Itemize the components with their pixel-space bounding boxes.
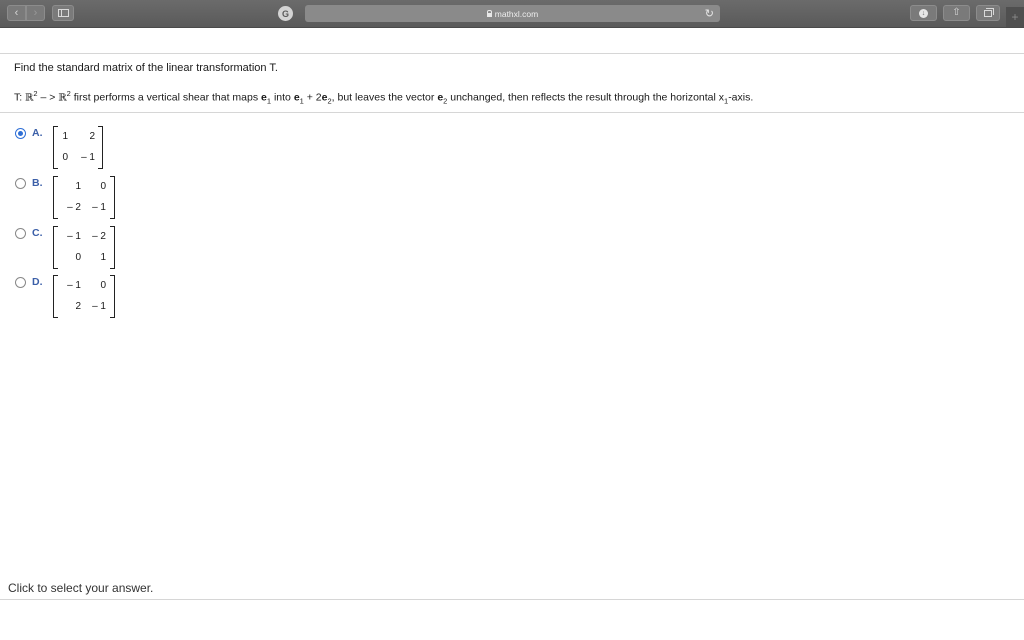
- chevron-left-icon: ‹: [14, 6, 19, 19]
- statement-part1: first performs a vertical shear that map…: [70, 91, 262, 104]
- download-icon: ↓: [919, 8, 928, 18]
- matrix-c-cell-12: – 2: [92, 231, 106, 242]
- extension-icon: G: [281, 8, 289, 19]
- matrix-a-cell-21: 0: [62, 152, 68, 163]
- sidebar-icon: [57, 9, 69, 17]
- matrix-b-cell-11: 1: [75, 181, 81, 192]
- browser-toolbar: ‹ › G mathxl.com ↻ ↓ ⇧ +: [0, 0, 1024, 28]
- matrix-c-cell-22: 1: [100, 252, 106, 263]
- into-text: into: [271, 91, 294, 104]
- matrix-c: – 1 – 2 0 1: [53, 226, 115, 269]
- statement-part3: unchanged, then reflects the result thro…: [447, 91, 725, 104]
- answer-option-a[interactable]: A. 1 2 0 – 1: [15, 126, 105, 170]
- codomain-symbol: ℝ: [58, 92, 67, 104]
- header-divider: [0, 53, 1024, 54]
- option-letter-d: D.: [32, 276, 43, 288]
- matrix-c-cell-21: 0: [75, 252, 81, 263]
- footer-divider: [0, 599, 1024, 600]
- address-bar[interactable]: mathxl.com ↻: [305, 5, 720, 22]
- forward-button[interactable]: ›: [26, 5, 45, 21]
- matrix-d-cell-11: – 1: [67, 280, 81, 291]
- extension-button[interactable]: G: [278, 6, 293, 21]
- option-letter-a: A.: [32, 127, 43, 139]
- tab-overview-button[interactable]: [976, 5, 1000, 21]
- statement-part4: -axis.: [728, 91, 754, 104]
- answer-option-c[interactable]: C. – 1 – 2 0 1: [15, 226, 117, 270]
- statement-part2: , but leaves the vector: [331, 91, 438, 104]
- radio-button-c[interactable]: [15, 228, 26, 239]
- matrix-a-cell-11: 1: [62, 131, 68, 142]
- t-prefix: T:: [14, 91, 26, 104]
- radio-button-a[interactable]: [15, 128, 26, 139]
- share-button[interactable]: ⇧: [943, 5, 970, 21]
- question-title: Find the standard matrix of the linear t…: [14, 62, 278, 74]
- question-divider: [0, 112, 1024, 113]
- lock-icon: [486, 9, 492, 17]
- url-text: mathxl.com: [494, 8, 539, 19]
- plus-text: + 2: [303, 91, 322, 104]
- matrix-b: 1 0 – 2 – 1: [53, 176, 115, 219]
- matrix-a-cell-22: – 1: [81, 152, 95, 163]
- radio-button-b[interactable]: [15, 178, 26, 189]
- matrix-c-cell-11: – 1: [67, 231, 81, 242]
- matrix-b-cell-21: – 2: [67, 202, 81, 213]
- sidebar-toggle-button[interactable]: [52, 5, 74, 21]
- downloads-button[interactable]: ↓: [910, 5, 937, 21]
- matrix-a-cell-12: 2: [89, 131, 95, 142]
- back-button[interactable]: ‹: [7, 5, 26, 21]
- matrix-d-cell-12: 0: [100, 280, 106, 291]
- tabs-icon: [984, 7, 994, 17]
- select-answer-instruction: Click to select your answer.: [8, 581, 154, 595]
- radio-button-d[interactable]: [15, 277, 26, 288]
- reload-icon[interactable]: ↻: [705, 7, 714, 20]
- chevron-right-icon: ›: [33, 6, 38, 19]
- plus-icon: +: [1011, 10, 1019, 24]
- matrix-d: – 1 0 2 – 1: [53, 275, 115, 318]
- matrix-b-cell-12: 0: [100, 181, 106, 192]
- option-letter-c: C.: [32, 227, 43, 239]
- matrix-d-cell-21: 2: [75, 301, 81, 312]
- matrix-d-cell-22: – 1: [92, 301, 106, 312]
- arrow-text: – >: [37, 91, 59, 104]
- question-statement: T: ℝ2 – > ℝ2 first performs a vertical s…: [14, 89, 753, 106]
- answer-option-b[interactable]: B. 1 0 – 2 – 1: [15, 176, 117, 220]
- answer-option-d[interactable]: D. – 1 0 2 – 1: [15, 275, 117, 319]
- option-letter-b: B.: [32, 177, 43, 189]
- new-tab-button[interactable]: +: [1006, 7, 1024, 27]
- matrix-a: 1 2 0 – 1: [53, 126, 103, 169]
- share-icon: ⇧: [952, 7, 961, 18]
- matrix-b-cell-22: – 1: [92, 202, 106, 213]
